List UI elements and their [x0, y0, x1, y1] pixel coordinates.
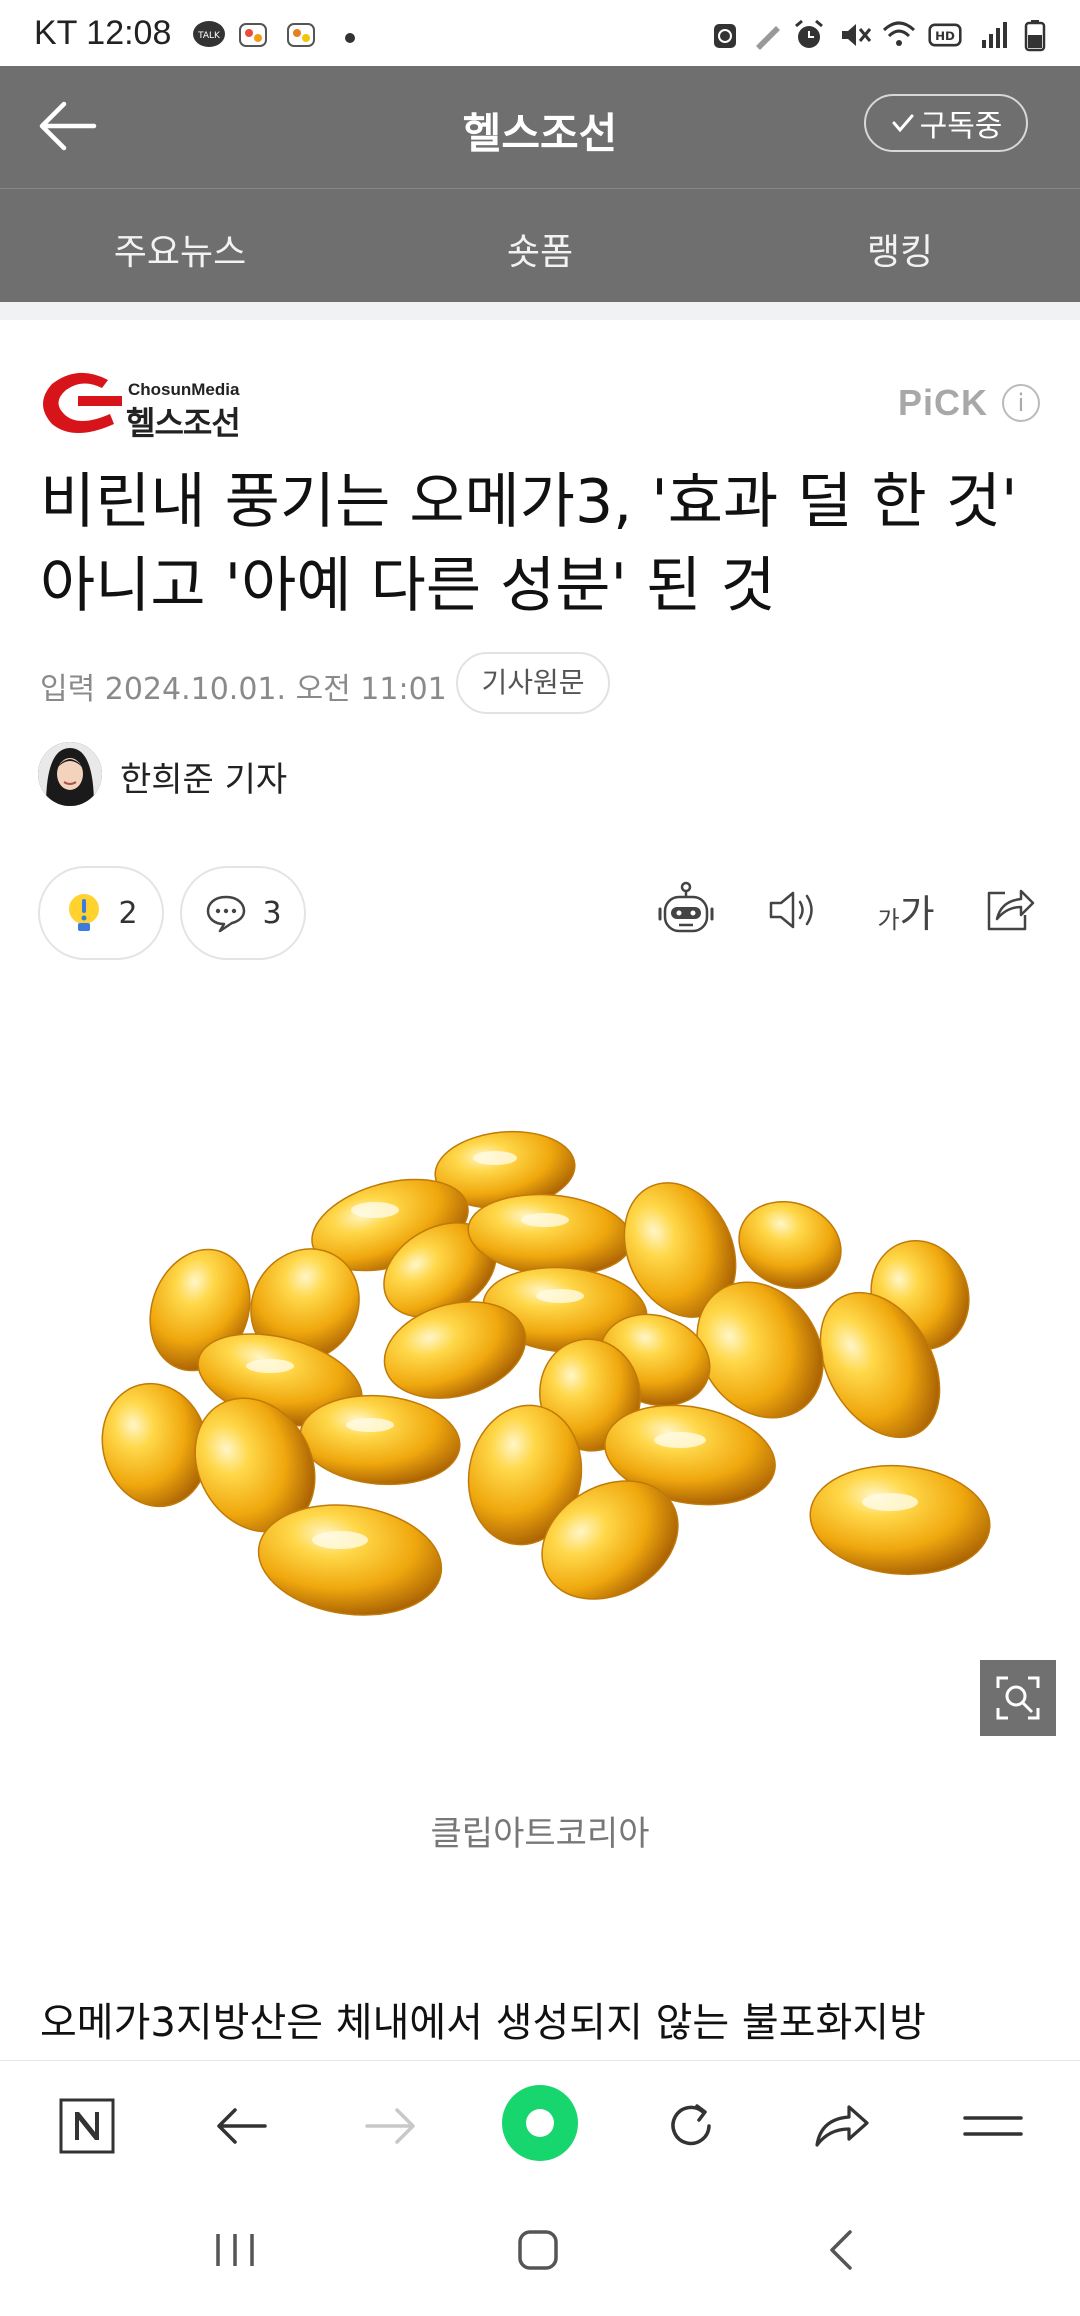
mute-icon: [842, 24, 872, 46]
comment-icon: [207, 895, 246, 933]
section-divider: [0, 302, 1080, 320]
tab-bar: 주요뉴스 숏폼 랭킹: [0, 188, 1080, 303]
naver-home-button[interactable]: [52, 2091, 122, 2161]
system-back-icon[interactable]: [822, 2226, 862, 2274]
refresh-button[interactable]: [656, 2091, 726, 2161]
omega3-capsules-image: [101, 1130, 991, 1616]
tab-shortform[interactable]: 숏폼: [360, 223, 720, 275]
arrow-right-icon: [365, 2108, 415, 2144]
article-body-paragraph: 오메가3지방산은 체내에서 생성되지 않는 불포화지방: [40, 2000, 926, 2046]
recent-apps-icon[interactable]: [210, 2228, 260, 2272]
ai-summary-button[interactable]: [656, 880, 716, 940]
pick-badge: PiCK: [898, 382, 989, 423]
tab-ranking[interactable]: 랭킹: [720, 223, 1080, 275]
brand-top-text: ChosunMedia: [128, 380, 240, 399]
status-carrier-time: KT 12:08: [34, 14, 172, 52]
svg-text:HD: HD: [935, 29, 955, 43]
brand-name: 헬스조선: [126, 404, 241, 442]
talk-notification-icon: TALK: [193, 21, 225, 47]
green-dot-icon: [502, 2085, 578, 2161]
alarm-icon: [795, 19, 823, 48]
browser-share-button[interactable]: [806, 2091, 876, 2161]
more-notifications-dot-icon: [345, 33, 355, 43]
app-header: 헬스조선 구독중: [0, 66, 1080, 188]
reporter-photo-icon: [38, 742, 102, 806]
reporter-avatar[interactable]: [38, 742, 102, 806]
tab-main-news[interactable]: 주요뉴스: [0, 223, 360, 275]
font-size-button[interactable]: 가가: [866, 880, 946, 940]
article-date: 입력 2024.10.01. 오전 11:01: [40, 672, 447, 707]
image-zoom-button[interactable]: [980, 1660, 1056, 1736]
read-aloud-button[interactable]: [764, 880, 824, 940]
naver-n-icon: [59, 2098, 115, 2154]
font-size-large-label: 가: [899, 891, 935, 936]
app-notification-icon-2: [287, 23, 315, 47]
status-bar: KT 12:08 TALK HD: [0, 0, 1080, 66]
article-headline: 비린내 풍기는 오메가3, '효과 덜 한 것' 아니고 '아예 다른 성분' …: [40, 467, 1018, 621]
article-image[interactable]: [0, 1020, 1080, 1750]
check-icon: [892, 114, 914, 133]
browser-toolbar: [0, 2060, 1080, 2189]
browser-back-button[interactable]: [206, 2091, 276, 2161]
robot-icon: [658, 881, 714, 933]
refresh-icon: [671, 2104, 711, 2146]
reaction-button[interactable]: 2: [38, 866, 164, 960]
browser-forward-button[interactable]: [356, 2091, 426, 2161]
share-button[interactable]: [980, 880, 1040, 940]
home-icon[interactable]: [514, 2226, 562, 2274]
hamburger-menu-icon: [963, 2116, 1023, 2136]
recycle-icon: [714, 24, 736, 48]
hd-voice-icon: HD: [928, 23, 962, 47]
image-caption: 클립아트코리아: [430, 1814, 650, 1854]
app-notification-icon: [239, 23, 267, 47]
menu-button[interactable]: [958, 2091, 1028, 2161]
speaker-icon: [769, 891, 813, 929]
subscribe-label: 구독중: [919, 109, 1003, 144]
reporter-name[interactable]: 한희준 기자: [120, 752, 287, 801]
svg-text:TALK: TALK: [197, 31, 221, 41]
comment-count: 3: [262, 895, 282, 931]
pick-info-icon[interactable]: i: [1002, 384, 1040, 422]
comment-button[interactable]: 3: [180, 866, 306, 960]
chosun-media-logo-icon: [43, 372, 122, 433]
battery-icon: [1024, 20, 1046, 52]
green-home-button[interactable]: [500, 2083, 580, 2163]
subscribe-button[interactable]: 구독중: [864, 94, 1028, 152]
signal-icon: [982, 22, 1007, 48]
wifi-icon: [882, 21, 916, 46]
press-logo[interactable]: ChosunMedia 헬스조선: [38, 366, 278, 442]
share-icon: [987, 889, 1035, 931]
curved-share-arrow-icon: [815, 2105, 869, 2147]
lightbulb-reaction-icon: [69, 894, 100, 931]
reaction-count: 2: [118, 895, 138, 931]
pen-icon: [756, 26, 780, 50]
zoom-search-icon: [996, 1676, 1040, 1720]
arrow-left-icon: [217, 2108, 267, 2144]
original-article-button[interactable]: 기사원문: [456, 652, 610, 714]
system-navigation-bar: [0, 2188, 1080, 2316]
font-size-small-label: 가: [877, 905, 900, 934]
